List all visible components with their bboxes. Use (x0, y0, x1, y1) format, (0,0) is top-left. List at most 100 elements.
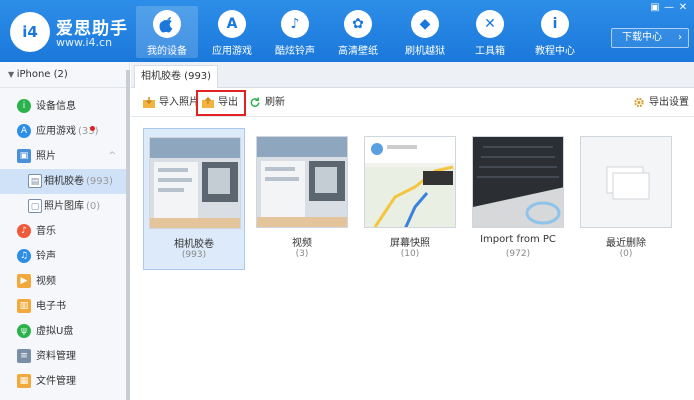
sidebar-item-device-info[interactable]: i 设备信息 (0, 94, 126, 119)
gear-icon (634, 97, 644, 108)
device-header[interactable]: ▼ iPhone (2) (0, 62, 129, 88)
video-thumbnail-image (257, 137, 347, 227)
nav-tutorials[interactable]: i 教程中心 (524, 6, 586, 58)
apple-icon (153, 10, 181, 38)
camera-roll-icon: ▤ (28, 174, 42, 188)
flower-icon: ✿ (344, 10, 372, 38)
import-photos-label: 导入照片 (159, 97, 199, 108)
app-logo: i4 (10, 12, 50, 52)
nav-ringtones[interactable]: ♪ 酷炫铃声 (264, 6, 326, 58)
album-thumbnail (364, 136, 456, 228)
sidebar-item-label: 音乐 (36, 226, 56, 237)
folder-icon: ▦ (17, 374, 31, 388)
sidebar-item-camera-roll[interactable]: ▤ 相机胶卷 (993) (0, 169, 126, 194)
video-icon: ▶ (17, 274, 31, 288)
album-screenshots[interactable]: 屏幕快照 (10) (359, 128, 461, 270)
album-import-from-pc[interactable]: Import from PC (972) (467, 128, 569, 270)
bell-icon: ♪ (281, 10, 309, 38)
sidebar-item-label: 照片图库 (44, 201, 84, 212)
tab-camera-roll[interactable]: 相机胶卷 (993) (134, 65, 219, 88)
nav-label: 酷炫铃声 (275, 46, 315, 57)
export-settings-label: 导出设置 (649, 97, 689, 108)
chevron-up-icon: ^ (108, 151, 116, 161)
photo-icon: ▣ (17, 149, 31, 163)
sidebar-scrollbar[interactable] (126, 70, 130, 400)
sidebar-item-count: (993) (86, 176, 113, 187)
sidebar-item-label: 资料管理 (36, 351, 76, 362)
sidebar-item-label: 相机胶卷 (44, 176, 84, 187)
usb-icon: ψ (17, 324, 31, 338)
sidebar-item-data-management[interactable]: ≡ 资料管理 (0, 344, 126, 369)
tools-icon: ✕ (476, 10, 504, 38)
app-icon: A (17, 124, 31, 138)
album-thumbnail (256, 136, 348, 228)
restore-icon[interactable]: ▣ (648, 2, 662, 13)
data-icon: ≡ (17, 349, 31, 363)
album-thumbnail (149, 137, 241, 229)
album-name: 视频 (292, 238, 312, 249)
refresh-icon (250, 97, 260, 107)
screenshot-thumbnail-image (150, 138, 240, 228)
album-count: (993) (181, 250, 207, 260)
header-bar: i4 爱思助手 www.i4.cn 我的设备 A 应用游戏 ♪ 酷炫铃声 ✿ 高… (0, 0, 694, 62)
export-settings-button[interactable]: 导出设置 (633, 93, 689, 113)
sidebar-item-music[interactable]: ♪ 音乐 (0, 219, 126, 244)
sidebar-item-label: 铃声 (36, 251, 56, 262)
album-name: 屏幕快照 (390, 238, 430, 249)
sidebar-item-video[interactable]: ▶ 视频 (0, 269, 126, 294)
nav-label: 应用游戏 (212, 46, 252, 57)
nav-my-device[interactable]: 我的设备 (136, 6, 198, 58)
sidebar-item-photos[interactable]: ▣ 照片 ^ (0, 144, 126, 169)
info-icon: i (17, 99, 31, 113)
logo-text: i4 (22, 23, 38, 41)
nav-label: 高清壁纸 (338, 46, 378, 57)
album-name: 相机胶卷 (174, 239, 214, 250)
app-store-icon: A (218, 10, 246, 38)
sidebar-item-apps[interactable]: A 应用游戏 (33) (0, 119, 126, 144)
sidebar-item-label: 照片 (36, 151, 56, 162)
photo-library-icon: ▢ (28, 199, 42, 213)
sidebar-item-ringtones[interactable]: ♫ 铃声 (0, 244, 126, 269)
album-videos[interactable]: 视频 (3) (251, 128, 353, 270)
sidebar-item-label: 设备信息 (36, 101, 76, 112)
book-icon: ▥ (17, 299, 31, 313)
sidebar-item-label: 文件管理 (36, 376, 76, 387)
album-camera-roll[interactable]: 相机胶卷 (993) (143, 128, 245, 270)
sidebar-item-virtual-usb[interactable]: ψ 虚拟U盘 (0, 319, 126, 344)
nav-wallpapers[interactable]: ✿ 高清壁纸 (327, 6, 389, 58)
refresh-button[interactable]: 刷新 (249, 93, 285, 113)
album-thumbnail (580, 136, 672, 228)
download-center-button[interactable]: 下载中心 › (611, 28, 689, 48)
album-count: (972) (505, 249, 531, 259)
tab-bar: 相机胶卷 (993) (131, 62, 694, 88)
device-name: iPhone (2) (16, 69, 68, 80)
close-icon[interactable]: ✕ (676, 2, 690, 13)
brand-url: www.i4.cn (56, 36, 113, 49)
album-recently-deleted[interactable]: 最近删除 (0) (575, 128, 677, 270)
album-thumbnail (472, 136, 564, 228)
download-center-label: 下载中心 (622, 32, 662, 43)
collapse-triangle-icon: ▼ (8, 70, 17, 79)
keyboard-thumbnail-image (473, 137, 563, 227)
sidebar-item-file-management[interactable]: ▦ 文件管理 (0, 369, 126, 394)
nav-flash-jailbreak[interactable]: ◆ 刷机越狱 (394, 6, 456, 58)
arrow-right-icon: › (678, 32, 682, 43)
sidebar-item-label: 视频 (36, 276, 56, 287)
album-count: (0) (619, 249, 633, 259)
album-name: Import from PC (480, 234, 556, 245)
nav-apps-games[interactable]: A 应用游戏 (201, 6, 263, 58)
sidebar: ▼ iPhone (2) i 设备信息 A 应用游戏 (33) ▣ 照片 ^ ▤ … (0, 62, 130, 400)
nav-toolbox[interactable]: ✕ 工具箱 (459, 6, 521, 58)
sidebar-item-ebooks[interactable]: ▥ 电子书 (0, 294, 126, 319)
album-count: (10) (400, 249, 420, 259)
nav-label: 我的设备 (147, 46, 187, 57)
window-controls: ▣ — ✕ (648, 2, 690, 13)
import-icon (143, 97, 155, 108)
minimize-icon[interactable]: — (662, 2, 676, 13)
nav-label: 工具箱 (475, 46, 505, 57)
sidebar-item-photo-library[interactable]: ▢ 照片图库 (0) (0, 194, 126, 219)
sidebar-item-label: 虚拟U盘 (36, 326, 74, 337)
import-photos-button[interactable]: 导入照片 (143, 93, 199, 113)
empty-album-icon (606, 166, 650, 200)
main-panel: 相机胶卷 (993) 导入照片 导出 刷新 导出设置 相机胶卷 (993) 视频… (131, 62, 694, 400)
